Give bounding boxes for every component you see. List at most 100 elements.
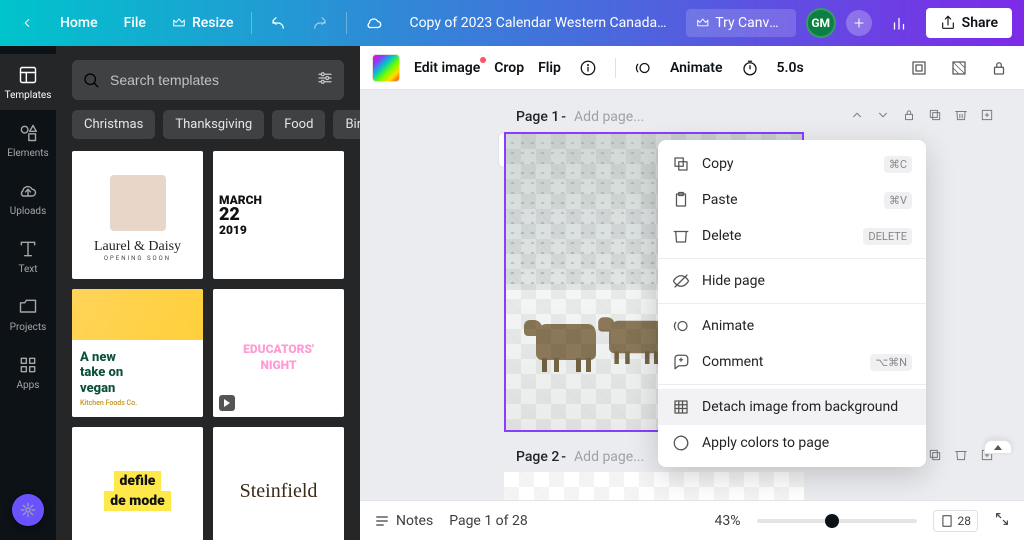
animate-button[interactable]: Animate <box>670 60 723 76</box>
menu-animate[interactable]: Animate <box>658 308 926 344</box>
pages-icon <box>940 514 954 528</box>
search-filter-button[interactable] <box>316 69 334 91</box>
lock-button[interactable] <box>986 55 1012 81</box>
editor-toolbar: Edit image Crop Flip Animate 5.0s <box>360 46 1024 90</box>
position-button[interactable] <box>906 55 932 81</box>
resize-button[interactable]: Resize <box>164 9 242 37</box>
page-1-header: Page 1 - Add page... <box>504 90 1004 132</box>
zoom-value[interactable]: 43% <box>715 513 741 529</box>
page-duplicate-button[interactable] <box>928 448 942 466</box>
share-icon <box>940 15 956 31</box>
show-pages-button[interactable] <box>984 440 1012 454</box>
paste-icon <box>672 191 690 209</box>
template-card[interactable]: MARCH 22 2019 SAVE THE DATE <box>213 151 344 279</box>
template-card[interactable]: defile de mode <box>72 427 203 540</box>
rail-bottom-badge[interactable] <box>12 494 44 526</box>
duration-button[interactable]: 5.0s <box>777 60 804 76</box>
undo-button[interactable] <box>262 9 294 37</box>
try-pro-button[interactable]: Try Canva... <box>686 9 796 37</box>
menu-paste[interactable]: Paste⌘V <box>658 182 926 218</box>
page-lock-button[interactable] <box>902 108 916 126</box>
template-card[interactable]: LONGSHORE HIGH SCHOOL EDUCATORS' NIGHT <box>213 289 344 417</box>
canvas-stage[interactable]: Page 1 - Add page... <box>360 90 1024 500</box>
templates-icon <box>17 64 39 86</box>
flip-button[interactable]: Flip <box>538 60 561 76</box>
text-icon <box>17 238 39 260</box>
chip-birth[interactable]: Birth <box>333 110 360 139</box>
copy-icon <box>672 155 690 173</box>
page-delete-button[interactable] <box>954 448 968 466</box>
left-rail: Templates Elements Uploads Text Projects… <box>0 46 56 540</box>
add-page-link[interactable]: Add page... <box>574 109 644 125</box>
crop-button[interactable]: Crop <box>494 60 524 76</box>
back-button[interactable] <box>12 10 42 36</box>
fullscreen-button[interactable] <box>994 511 1010 531</box>
template-card[interactable]: Laurel & Daisy OPENING SOON <box>72 151 203 279</box>
apps-icon <box>17 354 39 376</box>
context-menu: Copy⌘C Paste⌘V DeleteDELETE <box>658 140 926 467</box>
menu-comment[interactable]: Comment⌥⌘N <box>658 344 926 380</box>
rail-templates[interactable]: Templates <box>0 54 56 110</box>
add-collaborator-button[interactable] <box>846 10 872 36</box>
page-duplicate-button[interactable] <box>928 108 942 126</box>
document-title[interactable]: Copy of 2023 Calendar Western Canada Wil… <box>401 15 675 31</box>
color-swatch-button[interactable] <box>372 54 400 82</box>
crown-icon <box>172 16 186 30</box>
palette-icon <box>672 434 690 452</box>
eye-off-icon <box>672 272 690 290</box>
avatar[interactable]: GM <box>806 8 836 38</box>
sparkle-icon <box>20 502 36 518</box>
search-container <box>72 60 344 100</box>
templates-grid: Laurel & Daisy OPENING SOON MARCH 22 201… <box>56 151 360 540</box>
transparency-button[interactable] <box>946 55 972 81</box>
cloud-status-icon[interactable] <box>357 8 391 38</box>
page-down-button[interactable] <box>876 108 890 126</box>
rail-text[interactable]: Text <box>0 228 56 284</box>
projects-icon <box>17 296 39 318</box>
menu-hide-page[interactable]: Hide page <box>658 263 926 299</box>
search-input[interactable] <box>108 71 308 89</box>
rail-uploads[interactable]: Uploads <box>0 170 56 226</box>
template-card[interactable]: Steinfield <box>213 427 344 540</box>
menu-detach-background[interactable]: Detach image from background <box>658 389 926 425</box>
page-add-button[interactable] <box>980 108 994 126</box>
animate-icon <box>630 55 656 81</box>
play-icon <box>219 395 235 411</box>
rail-projects[interactable]: Projects <box>0 286 56 342</box>
comment-icon <box>672 353 690 371</box>
chip-food[interactable]: Food <box>272 110 325 139</box>
notes-icon <box>374 513 390 529</box>
redo-button[interactable] <box>304 9 336 37</box>
home-button[interactable]: Home <box>52 9 106 37</box>
trash-icon <box>672 227 690 245</box>
detach-icon <box>672 398 690 416</box>
editor-area: Edit image Crop Flip Animate 5.0s Page 1… <box>360 46 1024 540</box>
pages-thumbnail-button[interactable]: 28 <box>933 510 979 532</box>
search-icon <box>82 71 100 89</box>
info-button[interactable] <box>575 55 601 81</box>
page-label: Page 1 <box>516 109 559 125</box>
menu-copy[interactable]: Copy⌘C <box>658 146 926 182</box>
elements-icon <box>17 122 39 144</box>
notes-button[interactable]: Notes <box>374 513 433 529</box>
insights-button[interactable] <box>882 8 916 38</box>
duration-icon <box>737 55 763 81</box>
filter-chips: Christmas Thanksgiving Food Birth <box>56 110 360 151</box>
crown-icon <box>696 16 710 30</box>
edit-image-button[interactable]: Edit image <box>414 60 480 76</box>
notification-dot-icon <box>480 57 486 63</box>
template-card[interactable]: A new take on veganKitchen Foods Co. <box>72 289 203 417</box>
page-up-button[interactable] <box>850 108 864 126</box>
file-menu-button[interactable]: File <box>116 9 154 37</box>
rail-elements[interactable]: Elements <box>0 112 56 168</box>
chip-christmas[interactable]: Christmas <box>72 110 155 139</box>
chip-thanksgiving[interactable]: Thanksgiving <box>163 110 264 139</box>
menu-delete[interactable]: DeleteDELETE <box>658 218 926 254</box>
add-page-link[interactable]: Add page... <box>574 449 644 465</box>
rail-apps[interactable]: Apps <box>0 344 56 400</box>
page-delete-button[interactable] <box>954 108 968 126</box>
canvas-page-2[interactable] <box>504 472 804 500</box>
menu-apply-colors[interactable]: Apply colors to page <box>658 425 926 461</box>
share-button[interactable]: Share <box>926 8 1012 38</box>
zoom-slider[interactable] <box>757 519 917 523</box>
